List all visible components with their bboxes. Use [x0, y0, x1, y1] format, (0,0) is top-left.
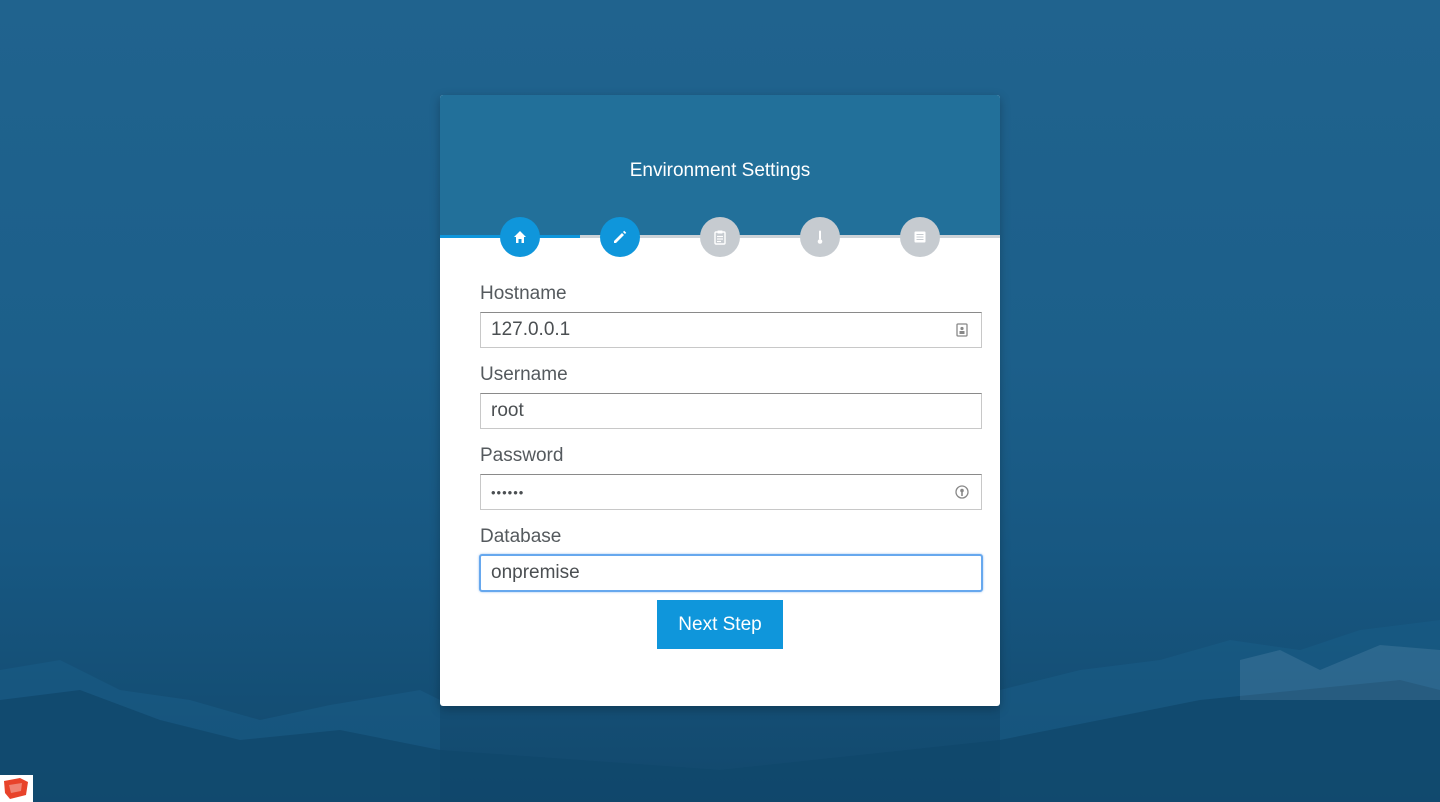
- password-input[interactable]: [481, 475, 981, 509]
- database-label: Database: [480, 526, 562, 547]
- home-icon: [514, 231, 526, 243]
- app-logo: [0, 775, 33, 802]
- hostname-label: Hostname: [480, 283, 567, 304]
- step-edit[interactable]: [600, 217, 640, 257]
- username-label: Username: [480, 364, 568, 385]
- step-home[interactable]: [500, 217, 540, 257]
- card-header: Environment Settings: [440, 95, 1000, 236]
- list-icon: [914, 231, 926, 243]
- logo-icon: [4, 778, 28, 799]
- step-finish[interactable]: [900, 217, 940, 257]
- database-field-box: [479, 554, 983, 592]
- database-input[interactable]: [481, 556, 981, 590]
- password-label: Password: [480, 445, 564, 466]
- step-test[interactable]: [800, 217, 840, 257]
- thermometer-icon: [817, 230, 823, 244]
- username-field-box: [480, 393, 982, 429]
- clipboard-icon: [714, 230, 726, 245]
- password-field-box: [480, 474, 982, 510]
- hostname-field-box: [480, 312, 982, 348]
- pencil-icon: [614, 230, 627, 243]
- username-input[interactable]: [481, 394, 981, 428]
- password-key-icon[interactable]: [954, 484, 970, 500]
- card-title: Environment Settings: [629, 160, 811, 181]
- page-background: Environment Settings Hostname 127.0.0.1 …: [0, 0, 1440, 802]
- hostname-input[interactable]: [481, 313, 981, 347]
- autofill-contact-icon[interactable]: [954, 322, 970, 338]
- next-step-button[interactable]: Next Step: [657, 600, 783, 649]
- step-review[interactable]: [700, 217, 740, 257]
- setup-card: Environment Settings Hostname 127.0.0.1 …: [440, 95, 1000, 706]
